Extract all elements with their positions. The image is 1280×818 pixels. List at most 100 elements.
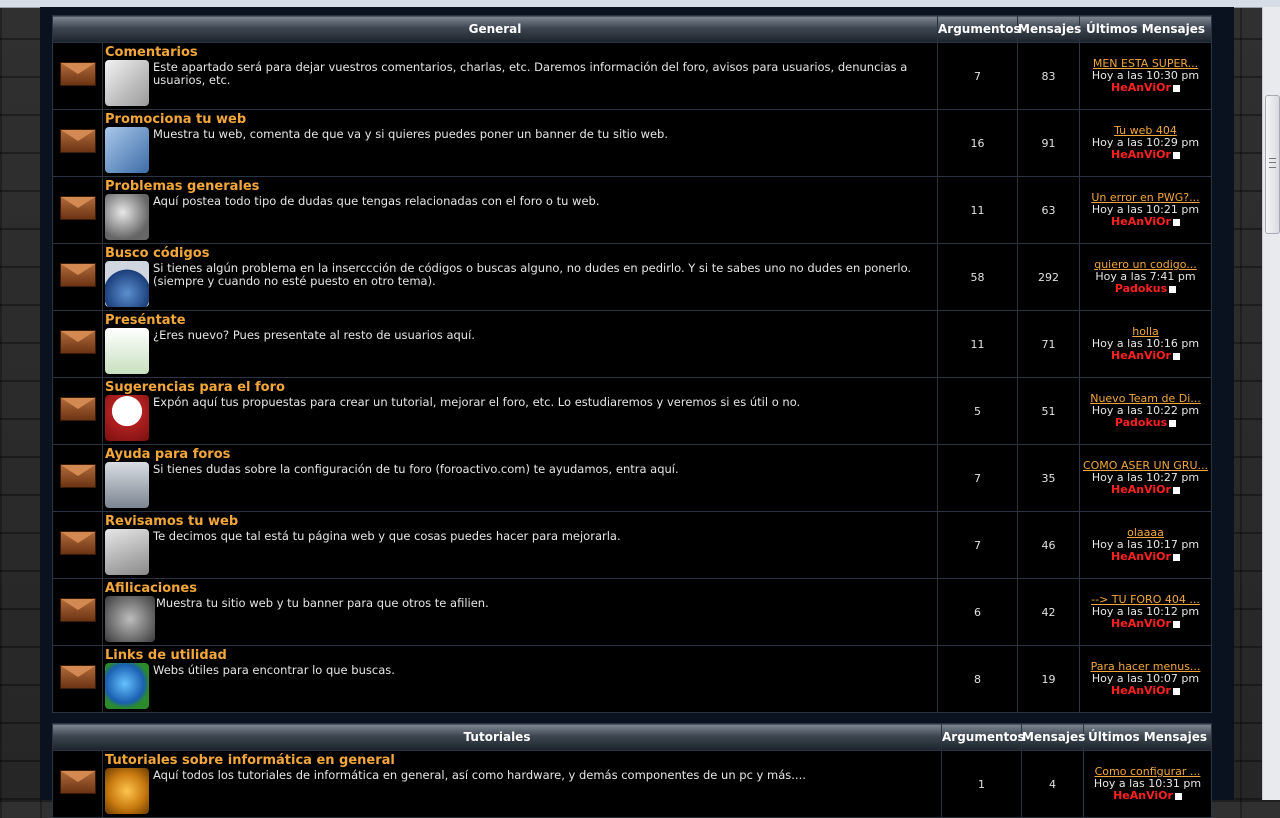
forum-status-cell — [52, 511, 103, 579]
last-post: --> TU FORO 404 ... Hoy a las 10:12 pm H… — [1079, 578, 1212, 646]
folder-icon — [105, 127, 149, 173]
last-post: quiero un codigo... Hoy a las 7:41 pm Pa… — [1079, 243, 1212, 311]
section-title: Tutoriales — [51, 723, 943, 751]
last-post-user-link[interactable]: HeAnViOr — [1111, 215, 1171, 228]
last-post-user-link[interactable]: HeAnViOr — [1111, 148, 1171, 161]
posts-count: 19 — [1017, 645, 1080, 713]
goto-last-post-icon[interactable] — [1172, 151, 1180, 159]
column-topics: Argumentos — [937, 15, 1021, 43]
posts-count: 71 — [1017, 310, 1080, 378]
forum-title-link[interactable]: Ayuda para foros — [105, 447, 937, 462]
speech-bubble-user-icon — [105, 395, 149, 441]
forum-status-cell — [52, 578, 103, 646]
forum-description: Si tienes dudas sobre la configuración d… — [153, 462, 679, 476]
goto-last-post-icon[interactable] — [1172, 486, 1180, 494]
goto-last-post-icon[interactable] — [1172, 84, 1180, 92]
last-post: holla Hoy a las 10:16 pm HeAnViOr — [1079, 310, 1212, 378]
last-post: Tu web 404 Hoy a las 10:29 pm HeAnViOr — [1079, 109, 1212, 177]
forum-row: Tutoriales sobre informática en general … — [52, 750, 1213, 818]
forum-description: Expón aquí tus propuestas para crear un … — [153, 395, 801, 409]
tools-icon — [105, 194, 149, 240]
last-post: olaaaa Hoy a las 10:17 pm HeAnViOr — [1079, 511, 1212, 579]
posts-count: 4 — [1021, 750, 1085, 818]
forum-table-tutoriales: Tutoriales Argumentos Mensajes Últimos M… — [51, 723, 1213, 818]
toolbox-icon — [105, 462, 149, 508]
forum-row: Sugerencias para el foro Expón aquí tus … — [52, 377, 1212, 445]
forum-title-link[interactable]: Afilicaciones — [105, 581, 937, 596]
handshake-icon — [105, 596, 155, 642]
last-post: Para hacer menus... Hoy a las 10:07 pm H… — [1079, 645, 1212, 713]
last-post-user-link[interactable]: Padokus — [1115, 416, 1167, 429]
notepad-pencil-icon — [105, 60, 149, 106]
forum-status-cell — [52, 310, 103, 378]
forum-title-link[interactable]: Sugerencias para el foro — [105, 380, 937, 395]
envelope-icon — [59, 770, 96, 794]
forum-status-cell — [52, 42, 103, 110]
last-post-user-link[interactable]: HeAnViOr — [1111, 483, 1171, 496]
forum-title-link[interactable]: Promociona tu web — [105, 112, 937, 127]
forum-description: Este apartado será para dejar vuestros c… — [153, 60, 908, 87]
last-post-user-link[interactable]: HeAnViOr — [1111, 684, 1171, 697]
forum-description: ¿Eres nuevo? Pues presentate al resto de… — [153, 328, 475, 342]
last-post-user-link[interactable]: HeAnViOr — [1111, 550, 1171, 563]
forum-title-link[interactable]: Links de utilidad — [105, 648, 937, 663]
posts-count: 35 — [1017, 444, 1080, 512]
scrollbar-thumb[interactable] — [1265, 95, 1280, 234]
last-post: Nuevo Team de Di... Hoy a las 10:22 pm P… — [1079, 377, 1212, 445]
forum-title-link[interactable]: Problemas generales — [105, 179, 937, 194]
envelope-icon — [59, 62, 96, 86]
goto-last-post-icon[interactable] — [1172, 687, 1180, 695]
vertical-scrollbar[interactable] — [1262, 7, 1280, 800]
goto-last-post-icon[interactable] — [1169, 285, 1177, 293]
forum-status-cell — [52, 750, 103, 818]
goto-last-post-icon[interactable] — [1172, 553, 1180, 561]
forum-title-link[interactable]: Revisamos tu web — [105, 514, 937, 529]
last-post: Como configurar ... Hoy a las 10:31 pm H… — [1083, 750, 1213, 818]
topics-count: 1 — [941, 750, 1023, 818]
forum-table-general: General Argumentos Mensajes Últimos Mens… — [52, 15, 1212, 713]
topics-count: 58 — [937, 243, 1018, 311]
forum-row: Revisamos tu web Te decimos que tal está… — [52, 511, 1212, 579]
forum-row: Busco códigos Si tienes algún problema e… — [52, 243, 1212, 311]
topics-count: 7 — [937, 444, 1018, 512]
last-post-user-link[interactable]: Padokus — [1115, 282, 1167, 295]
forum-description: Aquí todos los tutoriales de informática… — [153, 768, 806, 782]
last-post: Un error en PWG?... Hoy a las 10:21 pm H… — [1079, 176, 1212, 244]
posts-count: 83 — [1017, 42, 1080, 110]
posts-count: 63 — [1017, 176, 1080, 244]
envelope-icon — [59, 397, 96, 421]
topics-count: 6 — [937, 578, 1018, 646]
topics-count: 11 — [937, 310, 1018, 378]
envelope-icon — [59, 196, 96, 220]
column-last-posts: Últimos Mensajes — [1079, 15, 1212, 43]
topics-count: 8 — [937, 645, 1018, 713]
forum-status-cell — [52, 645, 103, 713]
column-posts: Mensajes — [1017, 15, 1081, 43]
last-post-user-link[interactable]: HeAnViOr — [1111, 617, 1171, 630]
forum-description: Webs útiles para encontrar lo que buscas… — [153, 663, 395, 677]
goto-last-post-icon[interactable] — [1169, 419, 1177, 427]
goto-last-post-icon[interactable] — [1172, 218, 1180, 226]
last-post-user-link[interactable]: HeAnViOr — [1111, 349, 1171, 362]
posts-count: 51 — [1017, 377, 1080, 445]
column-posts: Mensajes — [1021, 723, 1085, 751]
envelope-icon — [59, 330, 96, 354]
envelope-icon — [59, 531, 96, 555]
topics-count: 7 — [937, 42, 1018, 110]
web-document-icon — [105, 261, 149, 307]
goto-last-post-icon[interactable] — [1172, 620, 1180, 628]
forum-row: Links de utilidad Webs útiles para encon… — [52, 645, 1212, 713]
topics-count: 16 — [937, 109, 1018, 177]
last-post-user-link[interactable]: HeAnViOr — [1111, 81, 1171, 94]
forum-info: Afilicaciones Muestra tu sitio web y tu … — [102, 578, 938, 646]
forum-title-link[interactable]: Preséntate — [105, 313, 937, 328]
forum-title-link[interactable]: Comentarios — [105, 45, 937, 60]
forum-title-link[interactable]: Tutoriales sobre informática en general — [105, 753, 941, 768]
forum-title-link[interactable]: Busco códigos — [105, 246, 937, 261]
last-post-user-link[interactable]: HeAnViOr — [1113, 789, 1173, 802]
forum-info: Problemas generales Aquí postea todo tip… — [102, 176, 938, 244]
goto-last-post-icon[interactable] — [1174, 792, 1182, 800]
goto-last-post-icon[interactable] — [1172, 352, 1180, 360]
posts-count: 292 — [1017, 243, 1080, 311]
posts-count: 42 — [1017, 578, 1080, 646]
